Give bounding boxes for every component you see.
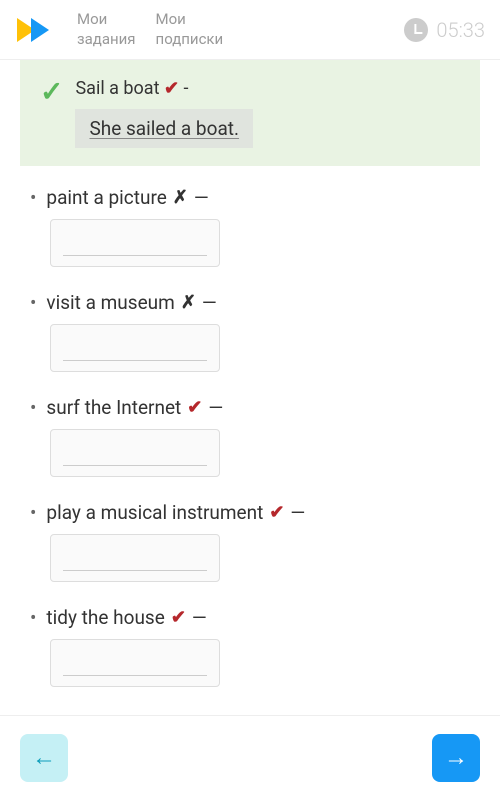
exercise-item: • surf the Internet ✔ — [30, 396, 470, 477]
bullet-icon: • [30, 186, 36, 209]
exercise-list: • paint a picture ✗ — • visit a museum ✗… [20, 166, 480, 715]
arrow-right-icon: → [444, 744, 468, 772]
exercise-item: • visit a museum ✗ — [30, 291, 470, 372]
dash: — [194, 186, 209, 209]
example-content: Sail a boat ✔ - She sailed a boat. [75, 78, 460, 148]
content-area: ✓ Sail a boat ✔ - She sailed a boat. • p… [0, 60, 500, 715]
dash: — [208, 396, 223, 419]
tick-icon: ✔ [164, 78, 179, 99]
bullet-icon: • [30, 606, 36, 629]
input-line [63, 465, 207, 466]
exercise-prompt: • play a musical instrument ✔ — [30, 501, 470, 524]
cross-icon: ✗ [173, 187, 188, 208]
dash: — [290, 501, 305, 524]
exercise-item: • paint a picture ✗ — [30, 186, 470, 267]
example-text: Sail a boat [75, 78, 159, 99]
tick-icon: ✔ [269, 502, 284, 523]
nav-my-subs[interactable]: Мои подписки [156, 10, 224, 49]
exercise-item: • tidy the house ✔ — [30, 606, 470, 687]
input-line [63, 255, 207, 256]
arrow-left-icon: ← [32, 744, 56, 772]
next-button[interactable]: → [432, 734, 480, 782]
answer-input[interactable] [50, 324, 220, 372]
footer: ← → [0, 715, 500, 800]
tick-icon: ✔ [171, 607, 186, 628]
input-line [63, 570, 207, 571]
dash: — [202, 291, 217, 314]
prompt-text: paint a picture [46, 186, 166, 209]
tick-icon: ✔ [187, 397, 202, 418]
example-answer: She sailed a boat. [75, 109, 253, 148]
answer-input[interactable] [50, 639, 220, 687]
prompt-text: play a musical instrument [46, 501, 263, 524]
clock-icon [404, 18, 428, 42]
exercise-prompt: • paint a picture ✗ — [30, 186, 470, 209]
app-logo[interactable] [15, 14, 57, 46]
answer-input[interactable] [50, 219, 220, 267]
input-line [63, 675, 207, 676]
example-box: ✓ Sail a boat ✔ - She sailed a boat. [20, 60, 480, 166]
dash: — [192, 606, 207, 629]
timer-section: 05:33 [404, 18, 485, 42]
example-prompt: Sail a boat ✔ - [75, 78, 460, 99]
bullet-icon: • [30, 291, 36, 314]
timer-value: 05:33 [436, 18, 485, 42]
exercise-prompt: • visit a museum ✗ — [30, 291, 470, 314]
back-button[interactable]: ← [20, 734, 68, 782]
input-line [63, 360, 207, 361]
nav-my-tasks[interactable]: Мои задания [77, 10, 136, 49]
check-icon: ✓ [40, 78, 63, 106]
exercise-prompt: • tidy the house ✔ — [30, 606, 470, 629]
header: Мои задания Мои подписки 05:33 [0, 0, 500, 60]
exercise-prompt: • surf the Internet ✔ — [30, 396, 470, 419]
bullet-icon: • [30, 396, 36, 419]
prompt-text: tidy the house [46, 606, 164, 629]
prompt-text: surf the Internet [46, 396, 181, 419]
exercise-item: • play a musical instrument ✔ — [30, 501, 470, 582]
cross-icon: ✗ [181, 292, 196, 313]
dash: - [184, 78, 189, 99]
prompt-text: visit a museum [46, 291, 174, 314]
answer-input[interactable] [50, 429, 220, 477]
answer-input[interactable] [50, 534, 220, 582]
bullet-icon: • [30, 501, 36, 524]
